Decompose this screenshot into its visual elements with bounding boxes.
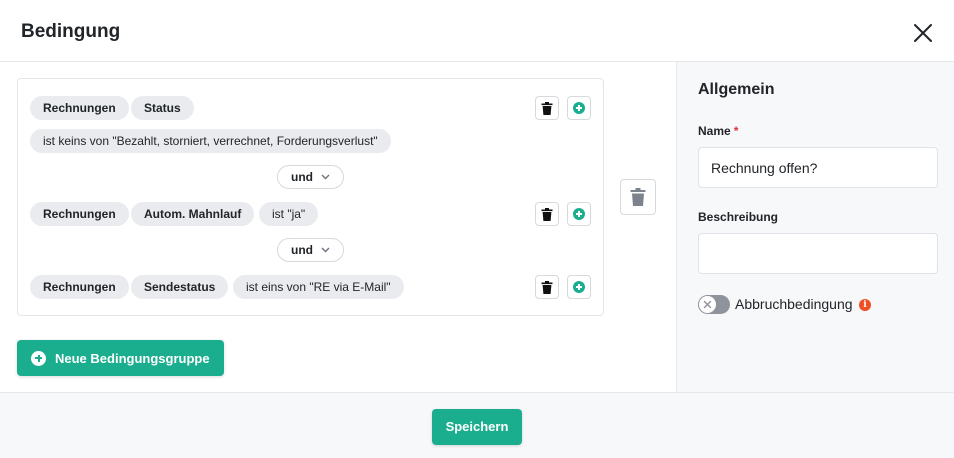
operator-select[interactable]: und bbox=[277, 165, 344, 189]
condition-value-pill[interactable]: ist keins von "Bezahlt, storniert, verre… bbox=[30, 129, 391, 153]
add-condition-button[interactable] bbox=[567, 275, 591, 299]
new-condition-group-label: Neue Bedingungsgruppe bbox=[55, 350, 210, 366]
condition-group: Rechnungen Status ist keins von "Bezahlt… bbox=[17, 78, 604, 316]
plus-circle-icon bbox=[573, 208, 585, 220]
condition-field-pill[interactable]: Status bbox=[131, 96, 194, 120]
description-field-label: Beschreibung bbox=[698, 210, 779, 224]
condition-value-pill[interactable]: ist "ja" bbox=[259, 202, 319, 226]
dialog-title: Bedingung bbox=[21, 21, 121, 42]
condition-entity-pill[interactable]: Rechnungen bbox=[30, 275, 129, 299]
sidebar-title: Allgemein bbox=[698, 81, 775, 98]
condition-entity-pill[interactable]: Rechnungen bbox=[30, 96, 129, 120]
dialog-footer: Speichern bbox=[0, 392, 954, 458]
add-condition-button[interactable] bbox=[567, 202, 591, 226]
general-sidebar: Allgemein Name* Beschreibung Abbruchbedi… bbox=[676, 62, 954, 392]
condition-value-pill[interactable]: ist eins von "RE via E-Mail" bbox=[233, 275, 404, 299]
name-label-text: Name bbox=[698, 124, 731, 138]
condition-field-pill[interactable]: Autom. Mahnlauf bbox=[131, 202, 255, 226]
plus-circle-icon bbox=[31, 350, 46, 366]
name-field-label: Name * bbox=[698, 124, 738, 138]
delete-condition-button[interactable] bbox=[535, 96, 559, 120]
close-icon bbox=[703, 300, 712, 309]
plus-circle-icon bbox=[573, 102, 585, 114]
save-button[interactable]: Speichern bbox=[432, 409, 522, 445]
condition-field-pill[interactable]: Sendestatus bbox=[131, 275, 229, 299]
close-button[interactable] bbox=[909, 19, 937, 47]
new-condition-group-button[interactable]: Neue Bedingungsgruppe bbox=[17, 340, 224, 376]
conditions-panel: Rechnungen Status ist keins von "Bezahlt… bbox=[0, 62, 676, 392]
delete-condition-button[interactable] bbox=[535, 202, 559, 226]
plus-circle-icon bbox=[573, 281, 585, 293]
toggle-knob bbox=[699, 296, 716, 313]
abort-condition-label: Abbruchbedingung bbox=[735, 296, 853, 312]
operator-select[interactable]: und bbox=[277, 238, 344, 262]
trash-icon bbox=[541, 280, 553, 294]
delete-condition-button[interactable] bbox=[535, 275, 559, 299]
trash-icon bbox=[541, 101, 553, 115]
description-input[interactable] bbox=[698, 233, 938, 274]
info-icon[interactable]: i bbox=[859, 299, 871, 311]
abort-condition-toggle[interactable] bbox=[698, 295, 730, 314]
trash-icon bbox=[541, 207, 553, 221]
operator-label: und bbox=[291, 243, 313, 257]
condition-entity-pill[interactable]: Rechnungen bbox=[30, 202, 129, 226]
name-input[interactable] bbox=[698, 147, 938, 188]
chevron-down-icon bbox=[321, 247, 330, 253]
close-icon bbox=[914, 24, 932, 42]
required-mark: * bbox=[733, 124, 739, 138]
add-condition-button[interactable] bbox=[567, 96, 591, 120]
chevron-down-icon bbox=[321, 174, 330, 180]
operator-label: und bbox=[291, 170, 313, 184]
delete-group-button[interactable] bbox=[620, 179, 656, 215]
dialog-header: Bedingung bbox=[0, 0, 954, 62]
trash-icon bbox=[630, 188, 646, 206]
